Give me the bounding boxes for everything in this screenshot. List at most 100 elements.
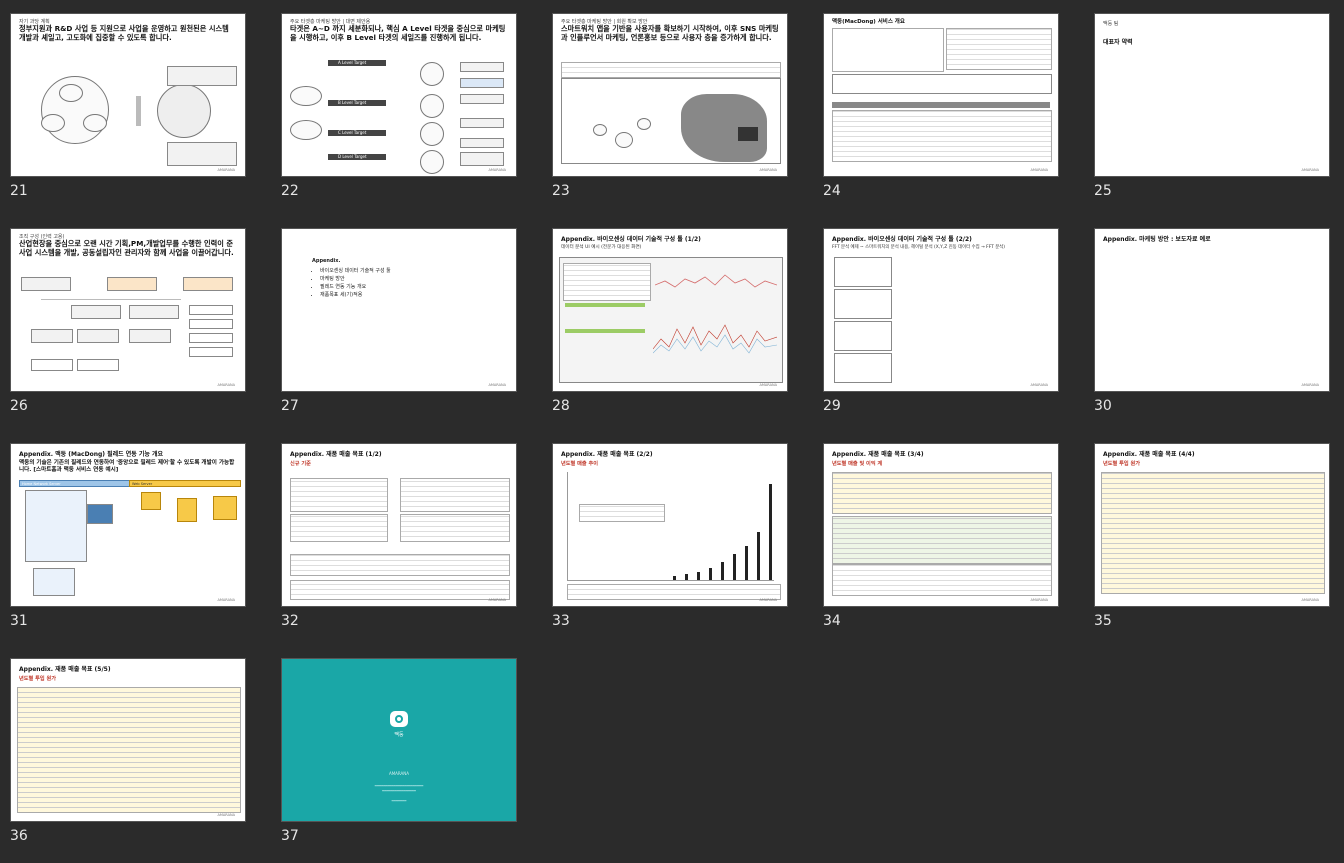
- server-box: [177, 498, 197, 522]
- org-box: [31, 329, 73, 343]
- chart-bar: [769, 484, 772, 580]
- slide-number: 33: [552, 613, 570, 629]
- footer-brand: AMARANA: [1030, 168, 1048, 172]
- slide-thumbnail[interactable]: Appendix. 재품 매출 목표 (5/5) 년도별 투입 원가 AMARA…: [10, 658, 246, 822]
- slide-title: Appendix. 재품 매출 목표 (1/2): [290, 451, 382, 458]
- fft-notes: [896, 323, 1046, 343]
- footer-brand: AMARANA: [488, 383, 506, 387]
- slide-number: 27: [281, 398, 299, 414]
- overview-table: [946, 28, 1052, 70]
- org-box: [129, 305, 179, 319]
- revenue-table: [400, 478, 510, 512]
- slide-thumbnail[interactable]: Appendix. 재품 매출 목표 (2/2) 년도별 매출 추이 AMARA…: [552, 443, 788, 607]
- chart-bar: [745, 546, 748, 580]
- footer-brand: AMARANA: [1301, 168, 1319, 172]
- slide-thumbnail[interactable]: Appendix. 바이오센싱 데이터 기술적 구성 툴 (2/2) FFT 분…: [823, 228, 1059, 392]
- org-box: [31, 359, 73, 371]
- toc-item: 필레드 연동 기능 개요: [320, 283, 391, 291]
- slide-thumbnail[interactable]: Appendix. 마케팅 방안 : 보도자료 예로 AMARANA: [1094, 228, 1330, 392]
- channel-node: [420, 122, 444, 146]
- slide-title: 타겟은 A~D 까지 세분화되나, 핵심 A Level 타겟을 중심으로 마케…: [290, 24, 506, 42]
- footer-brand: AMARANA: [217, 383, 235, 387]
- logo-text: 맥둥: [394, 732, 404, 738]
- slide-thumbnail[interactable]: Appendix. 맥둥 (MacDong) 필레드 연동 기능 개요 맥둥의 …: [10, 443, 246, 607]
- slide-thumbnail[interactable]: 맥둥 팀 대표자 약력 AMARANA: [1094, 13, 1330, 177]
- target-bubble: [290, 86, 322, 106]
- org-box: [77, 329, 119, 343]
- level-header: B Level Target: [328, 100, 386, 106]
- home-network-panel: [25, 490, 87, 562]
- sensor-waveform: [655, 274, 777, 288]
- slide-thumbnail[interactable]: Appendix. 재품 매출 목표 (4/4) 년도별 투입 원가 AMARA…: [1094, 443, 1330, 607]
- slide-number: 36: [10, 828, 28, 844]
- chart-bar: [685, 574, 688, 580]
- chart-bar: [697, 572, 700, 580]
- org-box: [129, 329, 171, 343]
- slide-thumbnail[interactable]: 조직 구성 (인력 고용) 산업현장을 중심으로 오랜 시간 기획,PM,개발업…: [10, 228, 246, 392]
- chart-bar: [673, 576, 676, 580]
- strategy-box: [460, 138, 504, 148]
- status-bar: [565, 329, 645, 333]
- slide-subtitle: 년도별 매출 및 이익 계: [832, 461, 883, 467]
- org-box: [189, 305, 233, 315]
- slide-kicker: 맥둥 팀: [1103, 21, 1119, 27]
- slide-thumbnail[interactable]: Appendix. 재품 매출 목표 (3/4) 년도별 매출 및 이익 계 A…: [823, 443, 1059, 607]
- network-node: [637, 118, 651, 130]
- channel-node: [420, 94, 444, 118]
- chart-bar: [721, 562, 724, 580]
- slide-title: Appendix. 재품 매출 목표 (4/4): [1103, 451, 1195, 458]
- toc-list: 바이오센싱 데이터 기술적 구성 툴 마케팅 방안 필레드 연동 기능 개요 재…: [312, 267, 391, 299]
- sensor-table: [563, 263, 651, 301]
- slide-title: Appendix. 맥둥 (MacDong) 필레드 연동 기능 개요: [19, 451, 164, 458]
- server-box: [141, 492, 161, 510]
- footer-brand: AMARANA: [1301, 598, 1319, 602]
- fft-notes: [896, 259, 1046, 279]
- profit-table: [832, 472, 1052, 514]
- slide-title: Appendix. 재품 매출 목표 (2/2): [561, 451, 653, 458]
- info-box: [167, 66, 237, 86]
- slide-subtitle: 년도별 매출 추이: [561, 461, 599, 467]
- slide-title: Appendix. 마케팅 방안 : 보도자료 예로: [1103, 236, 1211, 243]
- fft-plot: [834, 353, 892, 383]
- org-box: [183, 277, 233, 291]
- slide-thumbnail[interactable]: 주요 타겟층 마케팅 방안 | 회원 확보 방안 스마트워치 앱을 기반을 사용…: [552, 13, 788, 177]
- slide-thumbnail[interactable]: 자기 과당 계획 정부지원과 R&D 사업 등 지원으로 사업을 운영하고 원천…: [10, 13, 246, 177]
- slide-thumbnail[interactable]: 맥둥(MacDong) 서비스 개요 AMARANA: [823, 13, 1059, 177]
- cost-table: [17, 687, 241, 813]
- footer-brand: AMARANA: [217, 813, 235, 817]
- slide-title: 스마트워치 앱을 기반을 사용자를 확보하기 시작하여, 이후 SNS 마케팅과…: [561, 24, 779, 42]
- overview-text: [832, 28, 944, 72]
- channel-node: [420, 62, 444, 86]
- slide-thumbnail[interactable]: Appendix. 바이오센싱 데이터 기술적 구성 툴 (1/2) 데이터 분…: [552, 228, 788, 392]
- slide-number: 23: [552, 183, 570, 199]
- slide-subtitle: FFT 분석 예제 ~ 스마트워치의 분석 내용, 헤이털 분석 (X,Y,Z …: [832, 245, 1006, 250]
- slide-thumbnail[interactable]: 맥둥 AMARANA ━━━━━━━━━━━━━━━━━━━━━━━ ━━━━━━…: [281, 658, 517, 822]
- device-panel: [33, 568, 75, 596]
- footer-brand: AMARANA: [217, 598, 235, 602]
- phase-table: [832, 110, 1052, 162]
- server-box: [213, 496, 237, 520]
- network-node: [593, 124, 607, 136]
- chart-bar: [709, 568, 712, 580]
- slide-number: 30: [1094, 398, 1112, 414]
- slide-title: 정부지원과 R&D 사업 등 지원으로 사업을 운영하고 원천된은 시스템 개발…: [19, 24, 229, 42]
- level-header: A Level Target: [328, 60, 386, 66]
- slide-number: 34: [823, 613, 841, 629]
- footer-brand: AMARANA: [1030, 598, 1048, 602]
- slide-thumbnail[interactable]: Appendix. 재품 매출 목표 (1/2) 신규 기준 AMARANA: [281, 443, 517, 607]
- revenue-table: [290, 580, 510, 600]
- toc-item: 재품목표 세(기)적용: [320, 291, 391, 299]
- footer-brand: AMARANA: [488, 168, 506, 172]
- slide-number: 37: [281, 828, 299, 844]
- network-node: [615, 132, 633, 148]
- slide-thumbnail[interactable]: Appendix. 바이오센싱 데이터 기술적 구성 툴 마케팅 방안 필레드 …: [281, 228, 517, 392]
- org-box: [77, 359, 119, 371]
- cycle-node: [41, 114, 65, 132]
- fft-plot: [834, 257, 892, 287]
- fft-plot: [834, 289, 892, 319]
- fft-notes: [896, 355, 1046, 375]
- level-header: C Level Target: [328, 130, 386, 136]
- strategy-box: [460, 78, 504, 88]
- slide-title: 대표자 약력: [1103, 39, 1133, 46]
- slide-thumbnail[interactable]: 주요 타겟층 마케팅 방안 | 대면 제안용 타겟은 A~D 까지 세분화되나,…: [281, 13, 517, 177]
